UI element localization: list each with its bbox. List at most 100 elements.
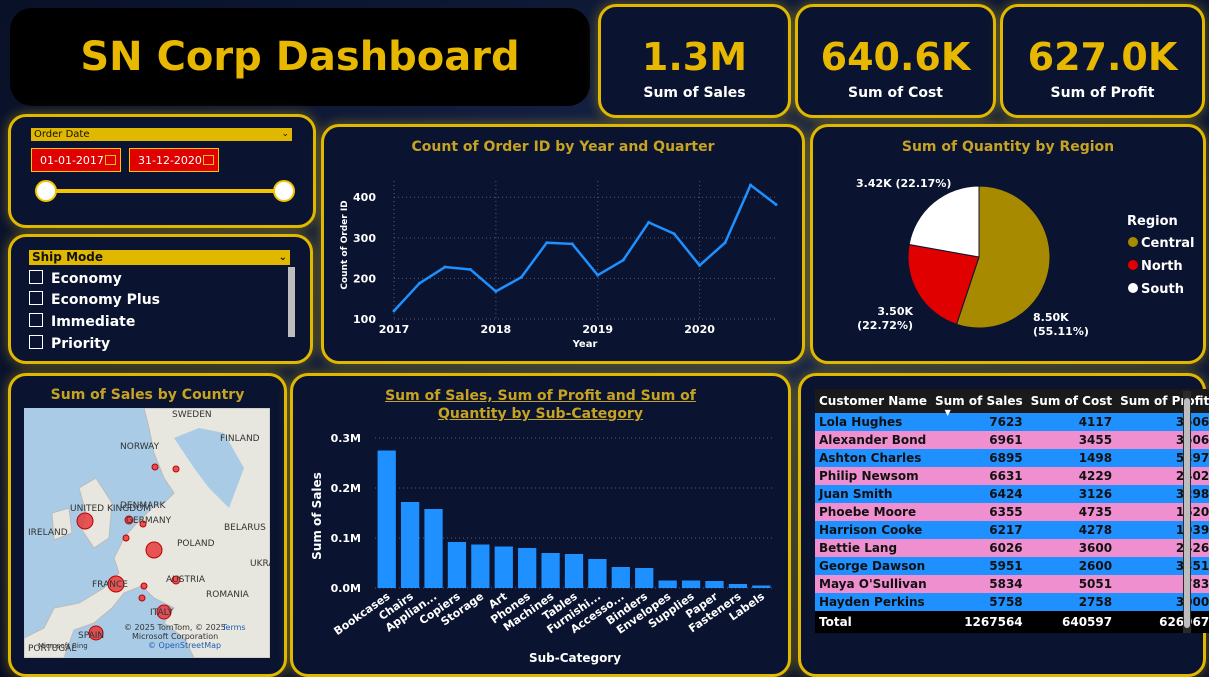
customer-name-cell: Bettie Lang (815, 539, 931, 557)
map-bubble[interactable] (172, 465, 180, 473)
date-range-track[interactable] (45, 189, 285, 193)
line-point[interactable] (723, 241, 727, 245)
column-header[interactable]: Sum of Profit (1116, 389, 1209, 413)
map-bubble[interactable] (122, 534, 130, 542)
bar[interactable] (424, 509, 443, 588)
bar[interactable] (377, 450, 396, 589)
legend-marker[interactable] (1128, 283, 1138, 293)
pie-slice-south[interactable] (908, 185, 980, 258)
start-date-input[interactable]: 01-01-2017 (31, 148, 121, 172)
bar[interactable] (494, 546, 513, 589)
table-row[interactable]: Alexander Bond 6961 3455 3506 (815, 431, 1209, 449)
line-point[interactable] (774, 203, 778, 207)
ship-mode-option[interactable]: Priority (29, 335, 110, 352)
map-credit: © 2025 TomTom, © 2025 (124, 623, 226, 632)
bar[interactable] (400, 502, 420, 588)
table-row[interactable]: George Dawson 5951 2600 3351 (815, 557, 1209, 575)
europe-map[interactable]: SWEDENFINLANDNORWAYDENMARKUNITED KINGDOM… (24, 408, 270, 658)
line-point[interactable] (570, 242, 574, 246)
table-row[interactable]: Phoebe Moore 6355 4735 1620 (815, 503, 1209, 521)
bar[interactable] (752, 585, 771, 589)
bar[interactable] (705, 581, 724, 588)
table-row[interactable]: Lola Hughes 7623 4117 3506 (815, 413, 1209, 431)
table-row[interactable]: Philip Newsom 6631 4229 2402 (815, 467, 1209, 485)
bar[interactable] (518, 548, 537, 588)
bar[interactable] (541, 553, 560, 588)
calendar-icon[interactable] (105, 155, 116, 165)
checkbox[interactable] (29, 313, 43, 327)
column-header[interactable]: Customer Name (815, 389, 931, 413)
kpi-label-profit: Sum of Profit (1050, 85, 1155, 101)
bar[interactable] (728, 584, 748, 588)
legend-item[interactable]: North (1141, 259, 1183, 274)
bar[interactable] (471, 544, 490, 589)
line-point[interactable] (392, 309, 396, 313)
checkbox[interactable] (29, 291, 43, 305)
checkbox[interactable] (29, 335, 43, 349)
line-point[interactable] (749, 183, 753, 187)
column-header[interactable]: Sum of Sales ▼ (931, 389, 1027, 417)
map-bubble[interactable] (140, 582, 148, 590)
map-credit: Microsoft Corporation (132, 632, 218, 641)
line-point[interactable] (545, 241, 549, 245)
date-range-end-handle[interactable] (273, 180, 295, 202)
table-row[interactable]: Juan Smith 6424 3126 3298 (815, 485, 1209, 503)
line-point[interactable] (647, 220, 651, 224)
value-cell: 6961 (931, 431, 1027, 449)
ship-mode-option[interactable]: Economy (29, 270, 122, 287)
line-chart[interactable]: 1002003004002017 2018 2019 2020YearCount of… (324, 127, 802, 361)
table-row[interactable]: Ashton Charles 6895 1498 5397 (815, 449, 1209, 467)
kpi-card-cost[interactable]: 640.6K Sum of Cost (795, 4, 996, 118)
end-date-input[interactable]: 31-12-2020 (129, 148, 219, 172)
ship-mode-option[interactable]: Immediate (29, 313, 135, 330)
table-scrollbar[interactable] (1184, 398, 1190, 628)
sort-desc-icon[interactable]: ▼ (945, 408, 951, 417)
bar[interactable] (447, 542, 467, 588)
line-point[interactable] (443, 265, 447, 269)
table-row[interactable]: Harrison Cooke 6217 4278 1939 (815, 521, 1209, 539)
bar[interactable] (611, 567, 630, 588)
legend-item[interactable]: South (1141, 282, 1184, 297)
line-point[interactable] (468, 267, 472, 271)
map-bubble[interactable] (138, 594, 146, 602)
map-bubble[interactable] (76, 512, 94, 530)
line-point[interactable] (672, 232, 676, 236)
line-point[interactable] (417, 281, 421, 285)
kpi-card-sales[interactable]: 1.3M Sum of Sales (598, 4, 791, 118)
scrollbar[interactable] (288, 267, 295, 337)
option-label: Economy Plus (51, 292, 161, 308)
line-point[interactable] (494, 289, 498, 293)
table-row[interactable]: Bettie Lang 6026 3600 2426 (815, 539, 1209, 557)
line-point[interactable] (596, 273, 600, 277)
date-range-start-handle[interactable] (35, 180, 57, 202)
order-date-header[interactable]: Order Date ⌄ (31, 128, 292, 141)
map-bubble[interactable] (145, 541, 163, 559)
pie-chart[interactable]: 8.50K(55.11%) 3.50K(22.72%) 3.42K (22.17%)… (813, 127, 1203, 361)
line-series[interactable] (393, 183, 777, 312)
bar-chart[interactable]: 0.0M0.1M0.2M0.3MBookcasesChairsApplian..… (293, 376, 788, 674)
start-date-value: 01-01-2017 (40, 154, 104, 167)
map-label: GERMANY (126, 516, 172, 526)
ship-mode-header[interactable]: Ship Mode ⌄ (29, 250, 290, 265)
bar[interactable] (588, 559, 607, 588)
kpi-card-profit[interactable]: 627.0K Sum of Profit (1000, 4, 1205, 118)
legend-marker[interactable] (1128, 237, 1138, 247)
table-row[interactable]: Hayden Perkins 5758 2758 3000 (815, 593, 1209, 611)
line-point[interactable] (519, 275, 523, 279)
bar[interactable] (564, 554, 584, 588)
bar[interactable] (681, 580, 701, 589)
calendar-icon[interactable] (203, 155, 214, 165)
bar[interactable] (658, 580, 677, 589)
legend-item[interactable]: Central (1141, 236, 1194, 251)
map-bubble[interactable] (151, 463, 159, 471)
table-row[interactable]: Maya O'Sullivan 5834 5051 783 (815, 575, 1209, 593)
chevron-down-icon[interactable]: ⌄ (279, 250, 287, 265)
ship-mode-option[interactable]: Economy Plus (29, 291, 160, 308)
legend-marker[interactable] (1128, 260, 1138, 270)
bar[interactable] (635, 568, 654, 588)
line-point[interactable] (698, 263, 702, 267)
line-point[interactable] (621, 258, 625, 262)
checkbox[interactable] (29, 270, 43, 284)
column-header[interactable]: Sum of Cost (1026, 389, 1117, 413)
chevron-down-icon[interactable]: ⌄ (281, 128, 289, 141)
